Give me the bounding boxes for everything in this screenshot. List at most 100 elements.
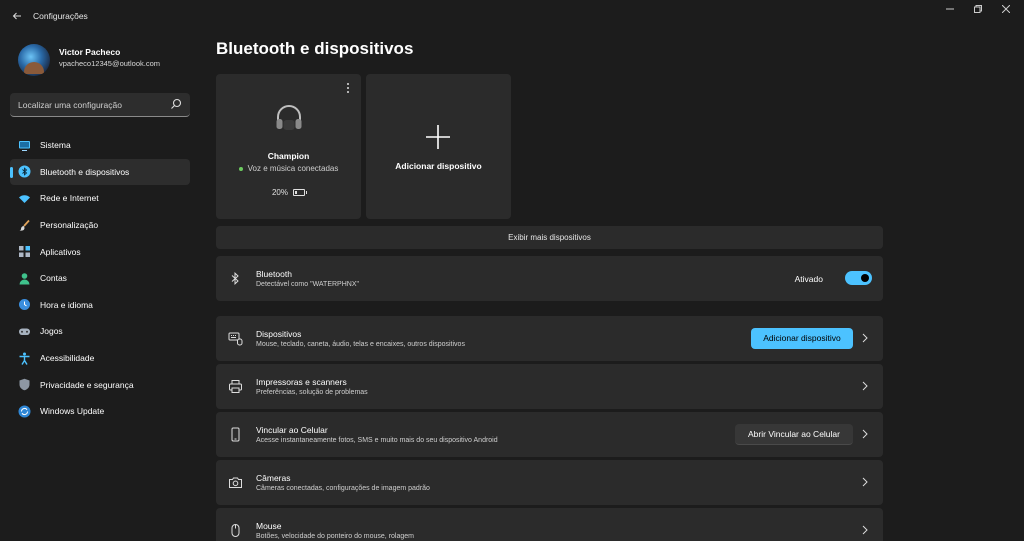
chevron-right-icon — [862, 525, 868, 535]
sidebar-item-label: Jogos — [40, 326, 63, 337]
mouse-icon — [231, 524, 240, 537]
device-card-champion[interactable]: Champion Voz e música conectadas 20% — [216, 74, 361, 219]
sidebar-item-windows-update[interactable]: Windows Update — [10, 398, 190, 425]
apps-icon — [19, 246, 30, 258]
row-subtitle: Mouse, teclado, caneta, áudio, telas e e… — [256, 341, 465, 348]
app-title: Configurações — [33, 11, 88, 21]
sidebar-item-acessibilidade[interactable]: Acessibilidade — [10, 345, 190, 372]
open-phone-link-button[interactable]: Abrir Vincular ao Celular — [735, 424, 853, 445]
phone-link-row[interactable]: Vincular ao Celular Acesse instantaneame… — [216, 412, 883, 457]
minimize-icon — [946, 8, 954, 10]
show-more-devices-button[interactable]: Exibir mais dispositivos — [216, 226, 883, 249]
sidebar-item-contas[interactable]: Contas — [10, 265, 190, 292]
battery-indicator: 20% — [216, 188, 361, 197]
sidebar-item-label: Aplicativos — [40, 246, 81, 257]
row-subtitle: Acesse instantaneamente fotos, SMS e mui… — [256, 437, 498, 444]
row-subtitle: Botões, velocidade do ponteiro do mouse,… — [256, 533, 414, 540]
sidebar-item-jogos[interactable]: Jogos — [10, 318, 190, 345]
row-title: Vincular ao Celular — [256, 425, 328, 435]
sidebar-item-sistema[interactable]: Sistema — [10, 132, 190, 159]
sidebar-item-bluetooth[interactable]: Bluetooth e dispositivos — [10, 158, 190, 186]
more-vertical-icon — [347, 83, 349, 93]
mouse-row[interactable]: Mouse Botões, velocidade do ponteiro do … — [216, 508, 883, 541]
sidebar-nav: Sistema Bluetooth e dispositivos Rede e … — [10, 132, 190, 425]
more-options-button[interactable] — [343, 82, 353, 96]
phone-icon — [231, 427, 240, 442]
row-title: Impressoras e scanners — [256, 377, 347, 387]
sidebar-item-aplicativos[interactable]: Aplicativos — [10, 238, 190, 265]
row-subtitle: Câmeras conectadas, configurações de ima… — [256, 485, 430, 492]
battery-percentage: 20% — [271, 188, 288, 197]
restore-button[interactable] — [968, 4, 988, 18]
avatar[interactable] — [18, 44, 50, 76]
bluetooth-row: Bluetooth Detectável como "WATERPHNX" At… — [216, 256, 883, 301]
update-icon — [18, 405, 31, 418]
device-name: Champion — [267, 151, 310, 161]
row-title: Dispositivos — [256, 329, 302, 339]
sidebar-item-personalizacao[interactable]: Personalização — [10, 212, 190, 239]
camera-icon — [229, 477, 242, 488]
sidebar-item-label: Privacidade e segurança — [40, 379, 134, 390]
sidebar-item-label: Contas — [40, 273, 67, 284]
search-icon[interactable] — [170, 98, 182, 110]
row-title: Câmeras — [256, 473, 291, 483]
row-title: Bluetooth — [256, 269, 292, 279]
search-input[interactable] — [10, 93, 170, 116]
printer-icon — [229, 380, 242, 393]
sidebar-item-label: Acessibilidade — [40, 353, 95, 364]
title-bar: Configurações — [0, 0, 1024, 32]
add-device-card[interactable]: Adicionar dispositivo — [366, 74, 511, 219]
keyboard-mouse-icon — [228, 332, 243, 346]
chevron-right-icon — [862, 477, 868, 487]
minimize-button[interactable] — [940, 4, 960, 18]
search-box[interactable] — [10, 93, 190, 117]
sidebar-item-label: Rede e Internet — [40, 193, 99, 204]
chevron-right-icon — [862, 381, 868, 391]
person-icon — [19, 272, 30, 285]
globe-clock-icon — [19, 299, 30, 311]
accessibility-icon — [19, 352, 30, 365]
user-email: vpacheco12345@outlook.com — [59, 59, 161, 68]
add-device-button[interactable]: Adicionar dispositivo — [751, 328, 853, 349]
sidebar-item-privacidade[interactable]: Privacidade e segurança — [10, 371, 190, 398]
shield-icon — [19, 378, 30, 391]
bluetooth-toggle[interactable] — [845, 271, 872, 285]
sidebar: Victor Pacheco vpacheco12345@outlook.com… — [0, 32, 200, 541]
bluetooth-icon — [231, 272, 239, 285]
sidebar-item-hora[interactable]: Hora e idioma — [10, 292, 190, 319]
arrow-left-icon — [12, 12, 21, 20]
devices-row[interactable]: Dispositivos Mouse, teclado, caneta, áud… — [216, 316, 883, 361]
restore-icon — [974, 5, 982, 13]
back-button[interactable] — [8, 7, 26, 25]
monitor-icon — [19, 140, 30, 151]
device-status: Voz e música conectadas — [216, 164, 361, 173]
headset-icon — [276, 105, 302, 130]
bluetooth-icon — [18, 165, 31, 178]
row-subtitle: Preferências, solução de problemas — [256, 389, 368, 396]
row-title: Mouse — [256, 521, 282, 531]
sidebar-item-rede[interactable]: Rede e Internet — [10, 185, 190, 212]
brush-icon — [19, 219, 30, 231]
sidebar-item-label: Hora e idioma — [40, 299, 93, 310]
cameras-row[interactable]: Câmeras Câmeras conectadas, configuraçõe… — [216, 460, 883, 505]
page-title: Bluetooth e dispositivos — [216, 39, 414, 58]
connected-dot — [238, 166, 243, 171]
sidebar-item-label: Sistema — [40, 140, 71, 151]
wifi-icon — [19, 195, 30, 203]
close-icon — [1001, 4, 1011, 14]
plus-icon — [426, 125, 450, 149]
chevron-right-icon — [862, 429, 868, 439]
bluetooth-toggle-label: Ativado — [794, 274, 823, 284]
user-name: Victor Pacheco — [59, 47, 121, 57]
chevron-right-icon — [862, 333, 868, 343]
device-status-text: Voz e música conectadas — [247, 164, 339, 173]
gamepad-icon — [19, 328, 30, 335]
sidebar-item-label: Windows Update — [40, 406, 105, 417]
sidebar-item-label: Personalização — [40, 220, 99, 231]
add-device-label: Adicionar dispositivo — [395, 161, 482, 171]
row-subtitle: Detectável como "WATERPHNX" — [256, 281, 359, 288]
battery-icon — [293, 189, 307, 197]
sidebar-item-label: Bluetooth e dispositivos — [40, 166, 130, 177]
close-button[interactable] — [996, 4, 1016, 18]
printers-row[interactable]: Impressoras e scanners Preferências, sol… — [216, 364, 883, 409]
